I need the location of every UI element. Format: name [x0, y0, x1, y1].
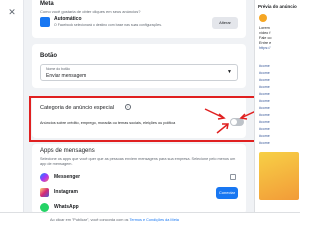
preview-hashtag: #come — [259, 99, 270, 103]
automatic-option-title: Automático — [54, 16, 82, 22]
preview-hashtag: #come — [259, 127, 270, 131]
preview-hashtag: #come — [259, 92, 270, 96]
footer-bar: Ao clicar em "Publicar", você concorda c… — [0, 212, 300, 230]
whatsapp-icon — [40, 203, 49, 212]
app-row-instagram[interactable]: Instagram Conectar — [40, 186, 238, 200]
automatic-icon — [40, 17, 50, 27]
destination-card: Meta Como você gostaria de obter cliques… — [32, 0, 246, 38]
left-nav: ✕ — [0, 0, 24, 230]
app-row-messenger[interactable]: Messenger — [40, 171, 238, 185]
app-name-instagram: Instagram — [54, 189, 78, 195]
preview-hashtag: #come — [259, 78, 270, 82]
footer-text: Ao clicar em "Publicar", você concorda c… — [50, 218, 129, 222]
change-button[interactable]: Alterar — [212, 17, 238, 29]
button-field-value: Enviar mensagem — [46, 73, 87, 79]
preview-line: Fale co — [259, 36, 272, 40]
preview-hashtag: #come — [259, 141, 270, 145]
preview-hashtag: #come — [259, 113, 270, 117]
close-icon[interactable]: ✕ — [6, 6, 18, 18]
preview-hashtag: #come — [259, 71, 270, 75]
preview-image — [259, 152, 299, 200]
highlight-box — [29, 96, 261, 142]
preview-hashtag: #come — [259, 120, 270, 124]
terms-link[interactable]: Termos e Condições da Meta — [129, 218, 178, 222]
preview-line: https:// — [259, 46, 271, 50]
button-card: Botão Nome do botão Enviar mensagem ▼ — [32, 44, 246, 88]
footer-text-row: Ao clicar em "Publicar", você concorda c… — [50, 218, 179, 222]
preview-avatar — [259, 14, 267, 22]
apps-section-desc: Selecione os apps que você quer que as p… — [40, 157, 236, 166]
messenger-checkbox[interactable] — [230, 174, 236, 180]
button-type-select[interactable]: Nome do botão Enviar mensagem ▼ — [40, 64, 238, 81]
connect-instagram-button[interactable]: Conectar — [216, 187, 238, 199]
automatic-option-desc: O Facebook selecionará o destino com bas… — [54, 23, 162, 27]
preview-hashtag: #come — [259, 134, 270, 138]
preview-line: Lorem — [259, 26, 270, 30]
destination-subtitle: Como você gostaria de obter cliques em s… — [40, 9, 141, 14]
ad-preview-panel: Prévia do anúncio Lorem vídeo f Fale co … — [254, 0, 300, 212]
preview-hashtag: #come — [259, 64, 270, 68]
app-name-messenger: Messenger — [54, 174, 81, 180]
automatic-option[interactable]: Automático O Facebook selecionará o dest… — [40, 15, 238, 33]
special-category-toggle[interactable] — [230, 118, 244, 126]
messaging-apps-card: Apps de mensagens Selecione os apps que … — [32, 144, 246, 214]
apps-section-title: Apps de mensagens — [40, 148, 95, 154]
app-name-whatsapp: WhatsApp — [54, 204, 79, 210]
button-field-label: Nome do botão — [46, 67, 70, 71]
toggle-knob — [231, 119, 237, 125]
messenger-icon — [40, 173, 49, 182]
preview-hashtag: #come — [259, 85, 270, 89]
chevron-down-icon: ▼ — [227, 69, 232, 75]
instagram-icon — [40, 188, 49, 197]
destination-title: Meta — [40, 1, 54, 7]
preview-line: Entre e — [259, 41, 272, 45]
preview-line: vídeo f — [259, 31, 271, 35]
preview-title: Prévia do anúncio — [258, 4, 297, 9]
preview-hashtag: #come — [259, 106, 270, 110]
button-section-title: Botão — [40, 53, 57, 59]
